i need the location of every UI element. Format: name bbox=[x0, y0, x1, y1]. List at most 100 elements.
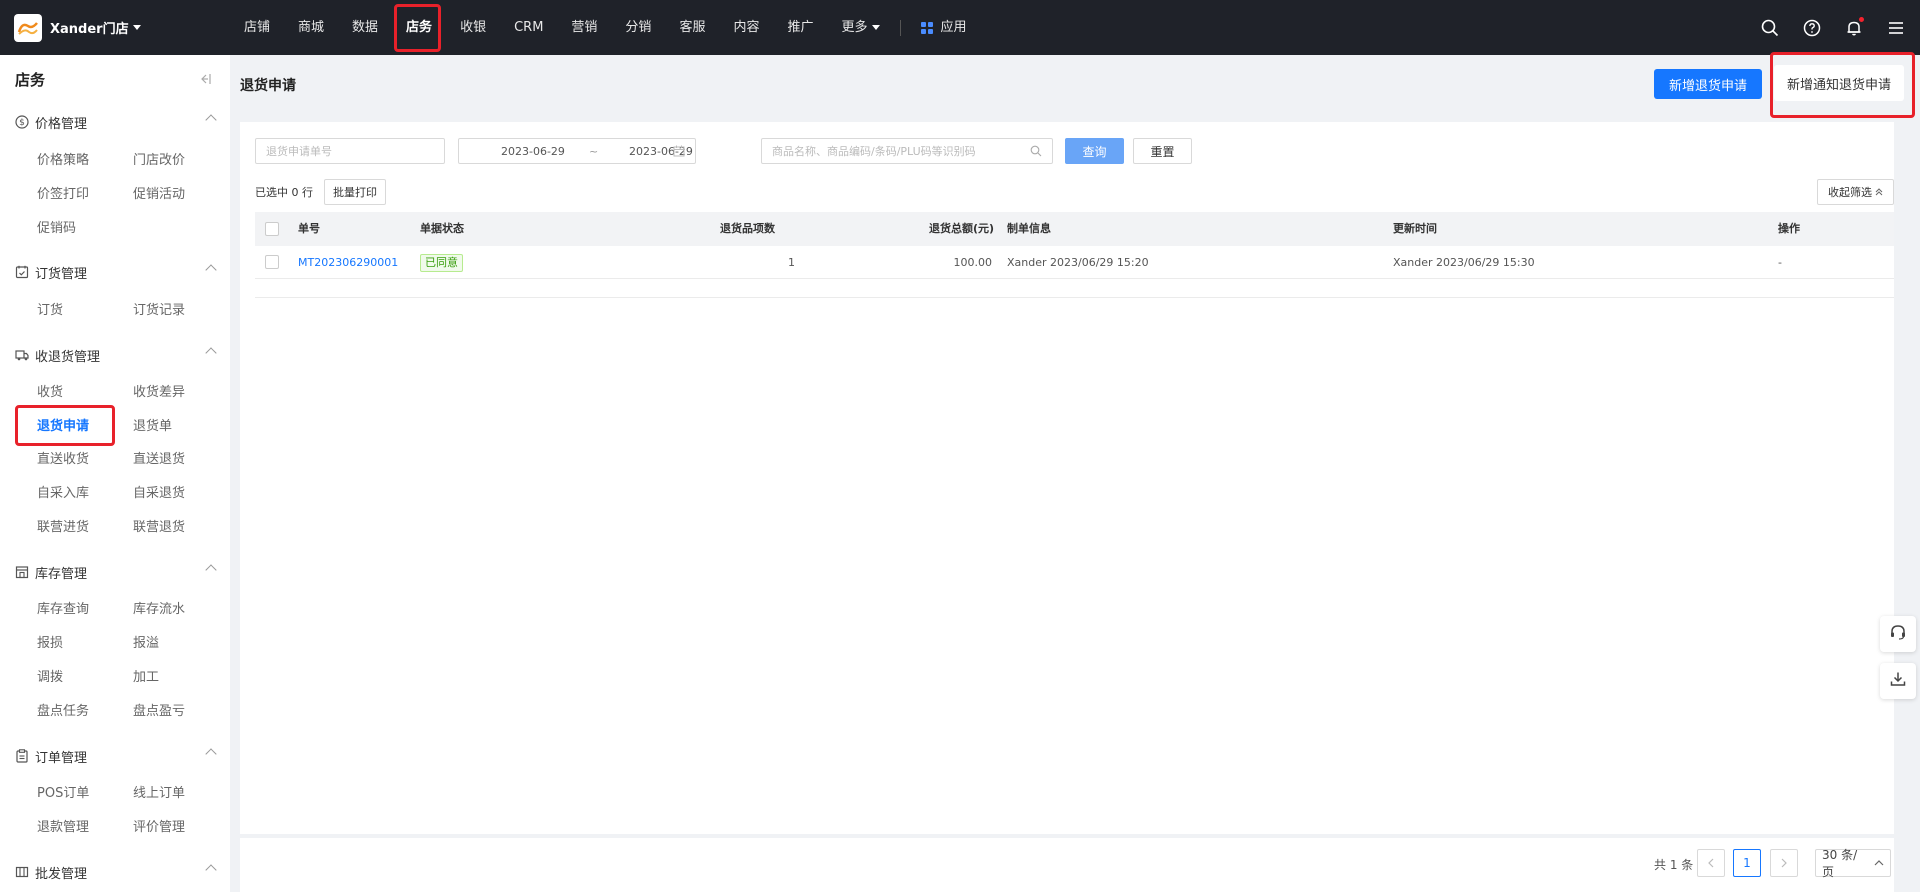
store-logo-icon[interactable] bbox=[14, 14, 42, 42]
sidebar-group-receiving-returns[interactable]: 收退货管理 bbox=[15, 345, 217, 365]
clipboard-icon bbox=[15, 749, 29, 763]
nav-customer-service[interactable]: 客服 bbox=[665, 0, 719, 55]
product-search-placeholder: 商品名称、商品编码/条码/PLU码等识别码 bbox=[772, 145, 976, 158]
sidebar-item-transfer[interactable]: 调拨 bbox=[37, 666, 63, 685]
sidebar-group-orders[interactable]: 订单管理 bbox=[15, 746, 217, 766]
sidebar-group-wholesale[interactable]: 批发管理 bbox=[15, 862, 217, 882]
chevron-up-icon bbox=[205, 264, 217, 276]
query-button[interactable]: 查询 bbox=[1065, 138, 1124, 164]
sidebar-item-order[interactable]: 订货 bbox=[37, 299, 63, 318]
sidebar-group-inventory[interactable]: 库存管理 bbox=[15, 562, 217, 582]
reset-button[interactable]: 重置 bbox=[1133, 138, 1192, 164]
nav-marketing[interactable]: 营销 bbox=[557, 0, 611, 55]
bell-icon[interactable] bbox=[1844, 16, 1864, 38]
sidebar-title: 店务 bbox=[15, 71, 46, 89]
sidebar-item-stocktake-task[interactable]: 盘点任务 bbox=[37, 700, 89, 719]
order-no-link[interactable]: MT202306290001 bbox=[298, 246, 398, 279]
sidebar-item-self-purchase-in[interactable]: 自采入库 bbox=[37, 482, 89, 501]
sidebar-item-return-request[interactable]: 退货申请 bbox=[37, 415, 89, 434]
new-notify-return-request-button[interactable]: 新增通知退货申请 bbox=[1774, 65, 1904, 101]
new-return-request-button[interactable]: 新增退货申请 bbox=[1654, 69, 1762, 99]
main-panel: 退货申请单号 2023-06-29 ~ 2023-06-29 商品名称、商品编码… bbox=[240, 122, 1894, 834]
sidebar-item-store-reprice[interactable]: 门店改价 bbox=[133, 149, 185, 168]
sidebar-item-loss-report[interactable]: 报损 bbox=[37, 632, 63, 651]
nav-mall[interactable]: 商城 bbox=[284, 0, 338, 55]
sidebar-item-order-records[interactable]: 订货记录 bbox=[133, 299, 185, 318]
sidebar-item-direct-receiving[interactable]: 直送收货 bbox=[37, 448, 89, 467]
sidebar-item-stocktake-result[interactable]: 盘点盈亏 bbox=[133, 700, 185, 719]
sidebar-item-overflow-report[interactable]: 报溢 bbox=[133, 632, 159, 651]
nav-apps[interactable]: 应用 bbox=[907, 0, 981, 55]
sidebar-item-self-purchase-return[interactable]: 自采退货 bbox=[133, 482, 185, 501]
sidebar-item-direct-return[interactable]: 直送退货 bbox=[133, 448, 185, 467]
row-checkbox[interactable] bbox=[265, 255, 279, 269]
sidebar-item-price-strategy[interactable]: 价格策略 bbox=[37, 149, 89, 168]
product-search-input[interactable]: 商品名称、商品编码/条码/PLU码等识别码 bbox=[761, 138, 1053, 164]
batch-print-button[interactable]: 批量打印 bbox=[324, 179, 386, 205]
sidebar-item-joint-purchase[interactable]: 联营进货 bbox=[37, 516, 89, 535]
customer-service-button[interactable] bbox=[1880, 616, 1916, 652]
calendar-icon bbox=[673, 145, 685, 160]
nav-more[interactable]: 更多 bbox=[827, 0, 893, 55]
sidebar-item-return-order[interactable]: 退货单 bbox=[133, 415, 172, 434]
return-request-no-input[interactable]: 退货申请单号 bbox=[255, 138, 445, 164]
notification-dot bbox=[1859, 16, 1864, 22]
sidebar-item-reviews[interactable]: 评价管理 bbox=[133, 816, 185, 835]
nav-distribution[interactable]: 分销 bbox=[611, 0, 665, 55]
double-chevron-up-icon bbox=[1875, 186, 1883, 199]
page-size-select[interactable]: 30 条/页 bbox=[1815, 848, 1891, 879]
truck-icon bbox=[15, 348, 29, 362]
status-badge: 已同意 bbox=[420, 254, 463, 272]
sidebar-group-label: 库存管理 bbox=[35, 566, 88, 582]
select-all-checkbox[interactable] bbox=[265, 222, 279, 236]
sidebar-item-joint-return[interactable]: 联营退货 bbox=[133, 516, 185, 535]
sidebar-group-label: 订单管理 bbox=[35, 750, 88, 766]
nav-cashier[interactable]: 收银 bbox=[446, 0, 500, 55]
page-1-button[interactable]: 1 bbox=[1733, 849, 1761, 877]
sidebar-item-refunds[interactable]: 退款管理 bbox=[37, 816, 89, 835]
nav-crm[interactable]: CRM bbox=[500, 0, 557, 55]
dollar-circle-icon: $ bbox=[15, 115, 29, 129]
collapse-sidebar-icon[interactable] bbox=[198, 73, 212, 88]
col-creator: 制单信息 bbox=[1007, 222, 1051, 235]
order-calendar-icon bbox=[15, 265, 29, 279]
sidebar-group-price[interactable]: $ 价格管理 bbox=[15, 112, 217, 132]
prev-page-button[interactable] bbox=[1697, 849, 1725, 877]
store-name: Xander门店 bbox=[50, 22, 129, 37]
download-button[interactable] bbox=[1880, 663, 1916, 699]
return-request-no-placeholder: 退货申请单号 bbox=[266, 145, 332, 158]
sidebar-item-promotion[interactable]: 促销活动 bbox=[133, 183, 185, 202]
date-range-picker[interactable]: 2023-06-29 ~ 2023-06-29 bbox=[458, 138, 696, 164]
store-switcher[interactable]: Xander门店 bbox=[50, 18, 141, 37]
sidebar-group-ordering[interactable]: 订货管理 bbox=[15, 262, 217, 282]
help-icon[interactable] bbox=[1802, 18, 1822, 38]
sidebar-item-stock-flow[interactable]: 库存流水 bbox=[133, 598, 185, 617]
sidebar-item-promo-code[interactable]: 促销码 bbox=[37, 217, 76, 236]
date-start: 2023-06-29 bbox=[501, 144, 565, 158]
col-total: 退货总额(元) bbox=[929, 222, 995, 235]
sidebar-group-label: 订货管理 bbox=[35, 266, 88, 282]
col-item-count: 退货品项数 bbox=[720, 222, 775, 235]
collapse-filter-button[interactable]: 收起筛选 bbox=[1817, 179, 1894, 205]
nav-shop[interactable]: 店铺 bbox=[230, 0, 284, 55]
top-actions bbox=[1760, 0, 1910, 55]
wholesale-icon bbox=[15, 865, 29, 879]
search-icon[interactable] bbox=[1760, 18, 1780, 38]
nav-data[interactable]: 数据 bbox=[338, 0, 392, 55]
download-icon bbox=[1889, 670, 1907, 692]
chevron-up-icon bbox=[205, 748, 217, 760]
page-title: 退货申请 bbox=[240, 78, 296, 94]
sidebar-item-receiving-diff[interactable]: 收货差异 bbox=[133, 381, 185, 400]
sidebar-item-receiving[interactable]: 收货 bbox=[37, 381, 63, 400]
sidebar-item-processing[interactable]: 加工 bbox=[133, 666, 159, 685]
sidebar-item-pos-orders[interactable]: POS订单 bbox=[37, 782, 89, 801]
next-page-button[interactable] bbox=[1770, 849, 1798, 877]
nav-store-ops[interactable]: 店务 bbox=[392, 0, 446, 55]
menu-icon[interactable] bbox=[1886, 18, 1906, 38]
nav-content[interactable]: 内容 bbox=[719, 0, 773, 55]
sidebar-item-stock-query[interactable]: 库存查询 bbox=[37, 598, 89, 617]
sidebar-item-label-print[interactable]: 价签打印 bbox=[37, 183, 89, 202]
col-action: 操作 bbox=[1778, 222, 1800, 235]
nav-promotion[interactable]: 推广 bbox=[773, 0, 827, 55]
sidebar-item-online-orders[interactable]: 线上订单 bbox=[133, 782, 185, 801]
